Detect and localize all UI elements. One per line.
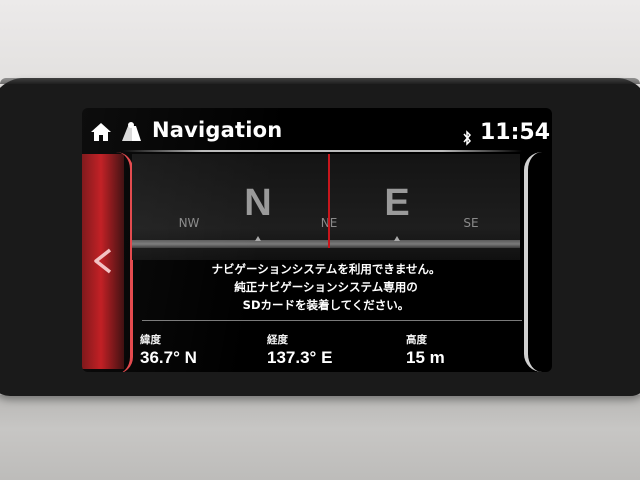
compass-track [132, 240, 520, 248]
compass-label-nw: NW [178, 216, 200, 230]
header-bar: Navigation 11:54 [82, 108, 552, 154]
bezel-edge [0, 78, 640, 84]
message-divider [142, 320, 522, 321]
header-divider [122, 150, 522, 152]
latitude-readout: 緯度 36.7° N [140, 332, 197, 368]
longitude-readout: 経度 137.3° E [267, 332, 332, 368]
compass-label-e: E [384, 182, 410, 224]
longitude-value: 137.3° E [267, 348, 333, 367]
latitude-label: 緯度 [140, 334, 161, 346]
altitude-value: 15 m [406, 348, 445, 367]
compass-tick [394, 236, 400, 241]
altitude-readout: 高度 15 m [406, 332, 445, 368]
latitude-value: 36.7° N [140, 348, 197, 367]
longitude-label: 経度 [267, 334, 288, 346]
altitude-label: 高度 [406, 334, 427, 346]
message-line: SDカードを装着してください。 [242, 298, 410, 312]
error-message: ナビゲーションシステムを利用できません。 純正ナビゲーションシステム専用の SD… [132, 260, 520, 320]
infotainment-screen: Navigation 11:54 NW N NE E SE ナビゲーションシステ… [82, 108, 552, 372]
bluetooth-icon [463, 130, 472, 146]
clock: 11:54 [480, 120, 551, 145]
left-arc [116, 152, 133, 372]
compass-label-n: N [244, 182, 272, 224]
message-line: 純正ナビゲーションシステム専用の [234, 280, 418, 294]
back-arrow-icon[interactable] [88, 246, 114, 276]
page-title: Navigation [152, 118, 283, 142]
compass-label-se: SE [463, 216, 479, 230]
right-arc [524, 152, 542, 372]
compass-tick [255, 236, 261, 241]
dashboard-surface [0, 395, 640, 480]
compass-strip: NW N NE E SE [132, 154, 520, 260]
message-line: ナビゲーションシステムを利用できません。 [211, 262, 441, 276]
heading-needle [328, 154, 330, 248]
home-icon[interactable] [90, 122, 112, 142]
map-navigation-icon [122, 122, 141, 141]
